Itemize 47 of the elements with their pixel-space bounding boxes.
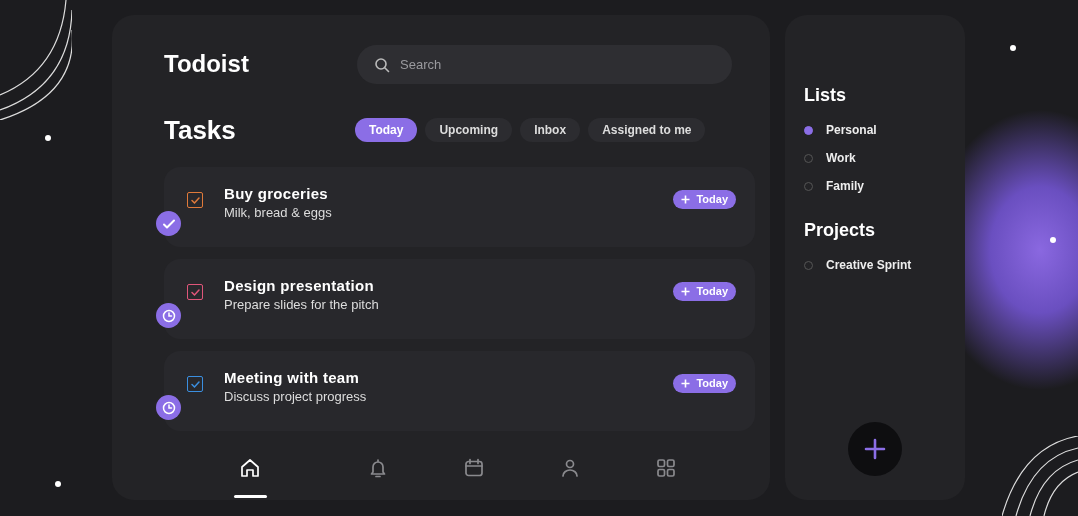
task-note: Milk, bread & eggs — [224, 204, 333, 220]
task-note: Discuss project progress — [224, 388, 368, 404]
check-icon — [189, 286, 201, 298]
due-button[interactable]: Today — [673, 281, 736, 301]
task-checkbox[interactable] — [187, 192, 203, 208]
page-heading: Tasks — [164, 114, 237, 146]
task-checkbox[interactable] — [187, 376, 203, 392]
task-checkbox[interactable] — [187, 284, 203, 300]
task-note: Prepare slides for the pitch — [224, 296, 380, 312]
star-dot — [1050, 237, 1056, 243]
project-item[interactable]: Creative Sprint — [804, 255, 965, 275]
list-item[interactable]: Family — [804, 176, 965, 196]
search-icon — [374, 56, 390, 73]
add-button[interactable] — [848, 422, 902, 476]
calendar-icon — [463, 457, 485, 479]
filter-tab[interactable]: Inbox — [520, 118, 581, 142]
grid-icon — [655, 457, 677, 479]
plus-icon — [681, 194, 691, 204]
due-button[interactable]: Today — [673, 373, 736, 393]
task-card[interactable]: Meeting with team Discuss project progress Today — [164, 351, 755, 431]
plus-icon — [681, 378, 691, 388]
filter-tab[interactable]: Assigned to me — [588, 118, 706, 142]
due-button[interactable]: Today — [673, 189, 736, 209]
user-icon — [559, 457, 581, 479]
task-title: Buy groceries — [224, 184, 329, 202]
star-dot — [45, 135, 51, 141]
clock-icon — [161, 308, 176, 323]
section-title: Projects — [804, 220, 877, 241]
filter-tab[interactable]: Upcoming — [425, 118, 513, 142]
app-title: Todoist — [164, 50, 250, 78]
home-icon — [239, 457, 261, 479]
task-title: Meeting with team — [224, 368, 361, 386]
filter-tab[interactable]: Today — [355, 118, 418, 142]
check-icon — [189, 378, 201, 390]
search-field[interactable]: Search — [357, 44, 732, 84]
plus-icon — [681, 286, 691, 296]
star-dot — [55, 481, 61, 487]
task-card[interactable]: Buy groceries Milk, bread & eggs Today — [164, 167, 755, 247]
list-item[interactable]: Work — [804, 148, 965, 168]
clock-icon — [161, 400, 176, 415]
plus-icon — [864, 438, 886, 460]
task-title: Design presentation — [224, 276, 375, 294]
check-icon — [189, 194, 201, 206]
task-card[interactable]: Design presentation Prepare slides for the pitch Today — [164, 259, 755, 339]
section-title: Lists — [804, 85, 847, 106]
star-dot — [1010, 45, 1016, 51]
list-item[interactable]: Personal — [804, 120, 965, 140]
